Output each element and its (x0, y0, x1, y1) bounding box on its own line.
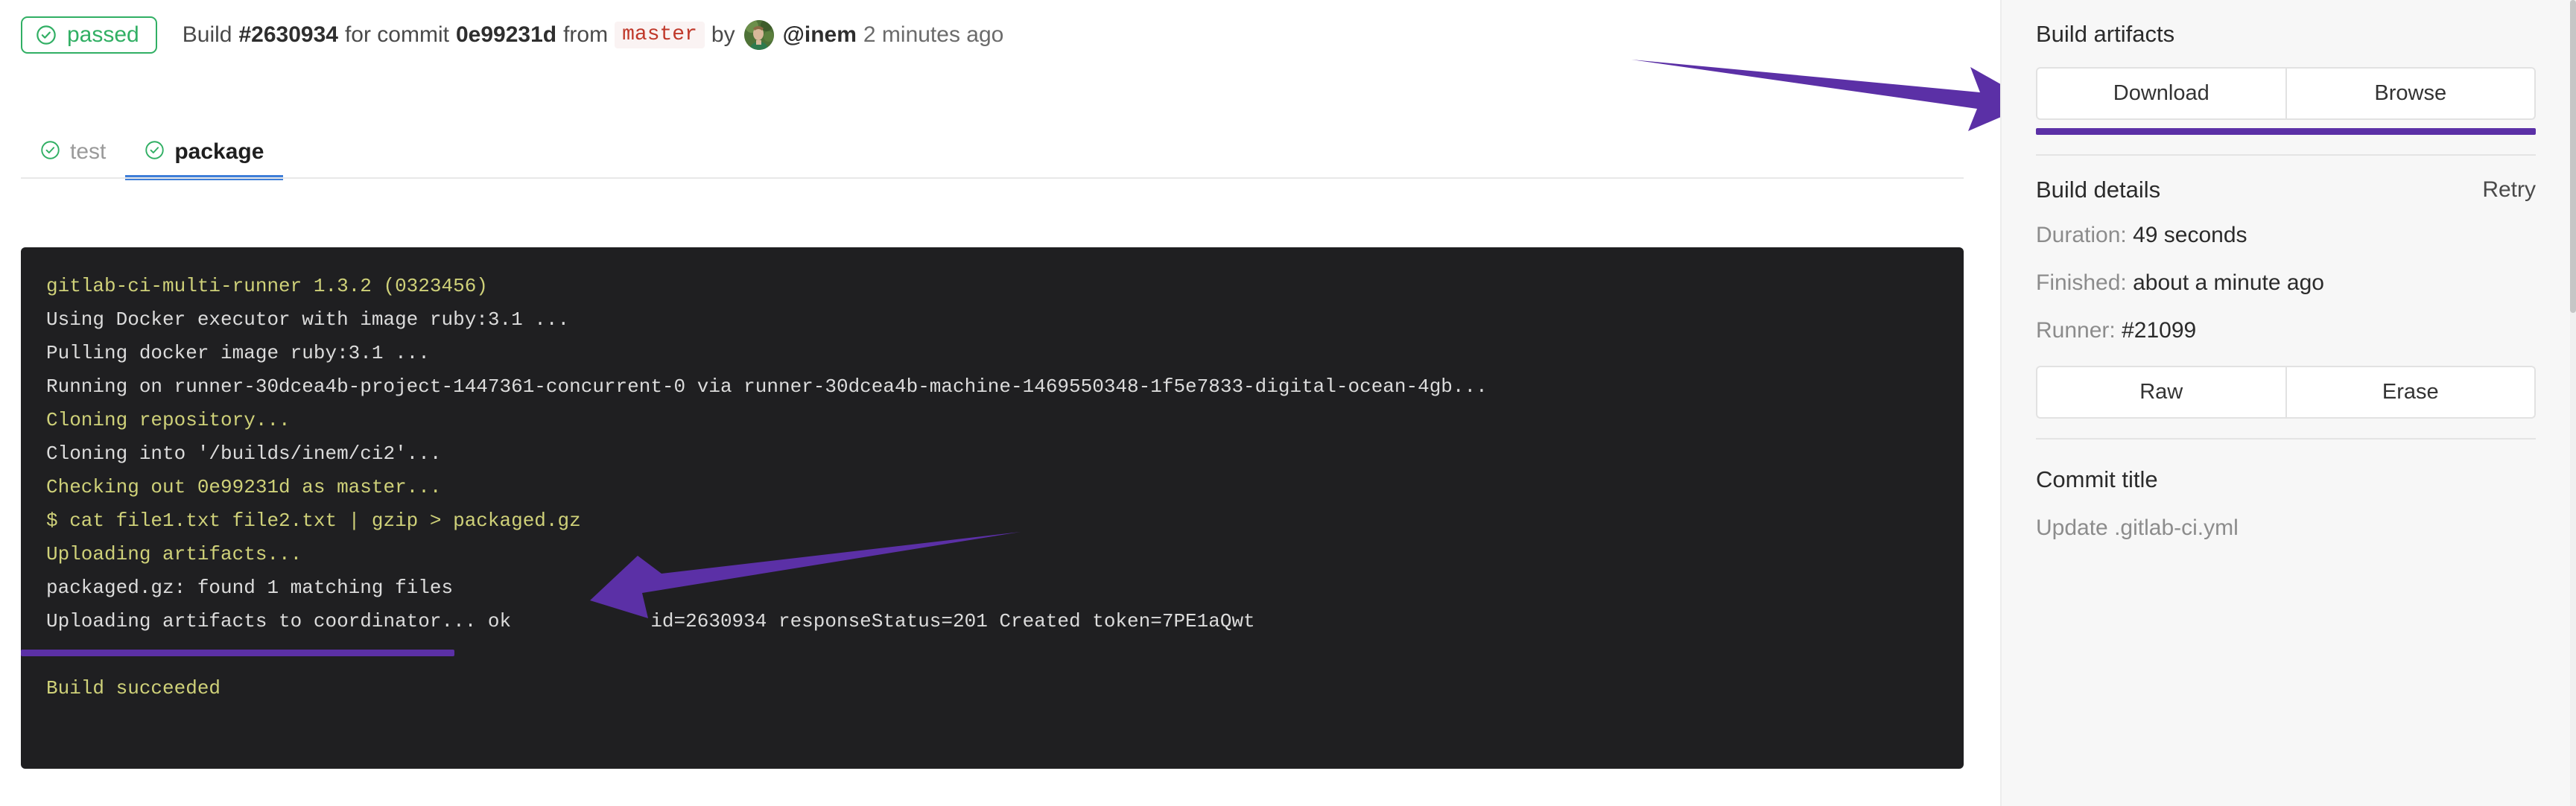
for-commit-word: for commit (344, 22, 449, 47)
erase-button[interactable]: Erase (2286, 366, 2536, 419)
sidebar-divider (2036, 154, 2536, 156)
finished-row: Finished: about a minute ago (2036, 270, 2536, 296)
packaged-gz-line: packaged.gz: found 1 matching files (46, 577, 454, 599)
artifact-underline-annotation (2036, 128, 2536, 135)
runner-value[interactable]: #21099 (2122, 318, 2196, 343)
by-word: by (711, 22, 735, 47)
build-details-label: Build details (2036, 177, 2161, 203)
finished-label: Finished: (2036, 270, 2127, 295)
page-scrollbar[interactable] (2570, 0, 2576, 806)
log-line: gitlab-ci-multi-runner 1.3.2 (0323456) (46, 275, 488, 297)
branch-badge[interactable]: master (615, 22, 705, 48)
build-word: Build (182, 22, 232, 47)
tabs-divider (21, 177, 1964, 179)
download-button[interactable]: Download (2036, 67, 2287, 120)
log-line: Uploading artifacts... (46, 543, 302, 565)
duration-value: 49 seconds (2133, 223, 2247, 247)
tab-test[interactable]: test (21, 140, 125, 179)
status-badge-label: passed (67, 22, 139, 47)
build-artifacts-label: Build artifacts (2036, 21, 2175, 47)
build-artifacts-title: Build artifacts (2036, 21, 2536, 48)
sidebar-divider-2 (2036, 438, 2536, 440)
browse-button[interactable]: Browse (2286, 67, 2536, 120)
user-handle[interactable]: @inem (783, 24, 857, 46)
log-underline-annotation (21, 650, 454, 656)
log-line: Running on runner-30dcea4b-project-14473… (46, 375, 1488, 398)
avatar[interactable] (743, 20, 774, 50)
log-line: Cloning into '/builds/inem/ci2'... (46, 442, 442, 465)
tab-package[interactable]: package (125, 139, 284, 180)
build-log-terminal[interactable]: gitlab-ci-multi-runner 1.3.2 (0323456) U… (21, 247, 1964, 769)
finished-value: about a minute ago (2133, 270, 2324, 295)
log-line: Checking out 0e99231d as master... (46, 476, 442, 498)
build-page: passed Build #2630934 for commit 0e99231… (0, 0, 2576, 806)
check-circle-icon (40, 140, 60, 164)
from-word: from (563, 22, 609, 47)
build-stage-tabs: test package (21, 125, 284, 180)
artifact-actions: Download Browse (2036, 67, 2536, 120)
build-details-header: Build details Retry (2036, 177, 2536, 203)
log-actions: Raw Erase (2036, 366, 2536, 419)
log-line: Cloning repository... (46, 409, 291, 431)
tab-label: package (174, 139, 264, 164)
build-time-ago: 2 minutes ago (863, 22, 1004, 47)
main-content: passed Build #2630934 for commit 0e99231… (0, 0, 2000, 806)
duration-row: Duration: 49 seconds (2036, 223, 2536, 248)
duration-label: Duration: (2036, 223, 2127, 247)
build-header: passed Build #2630934 for commit 0e99231… (21, 16, 1003, 54)
retry-button[interactable]: Retry (2482, 177, 2536, 203)
build-sidebar: Build artifacts Download Browse Build de… (2000, 0, 2570, 806)
tab-label: test (70, 139, 107, 164)
log-line-build-succeeded: Build succeeded (46, 677, 221, 699)
log-line-command: $ cat file1.txt file2.txt | gzip > packa… (46, 510, 581, 532)
log-line: Pulling docker image ruby:3.1 ... (46, 342, 430, 364)
build-header-text: Build #2630934 for commit 0e99231d from … (182, 20, 1004, 50)
commit-title-value[interactable]: Update .gitlab-ci.yml (2036, 515, 2536, 541)
check-circle-icon (145, 140, 165, 164)
raw-button[interactable]: Raw (2036, 366, 2287, 419)
check-circle-icon (36, 25, 57, 45)
scrollbar-thumb[interactable] (2570, 0, 2576, 313)
commit-sha[interactable]: 0e99231d (456, 24, 556, 46)
runner-row: Runner: #21099 (2036, 318, 2536, 343)
commit-title-header: Commit title (2036, 466, 2536, 493)
commit-title-label: Commit title (2036, 466, 2158, 492)
runner-label: Runner: (2036, 318, 2116, 343)
build-number[interactable]: #2630934 (238, 24, 337, 46)
log-line-upload-ok: Uploading artifacts to coordinator... ok… (46, 610, 1255, 632)
log-line: Using Docker executor with image ruby:3.… (46, 308, 570, 331)
status-badge[interactable]: passed (21, 16, 157, 54)
